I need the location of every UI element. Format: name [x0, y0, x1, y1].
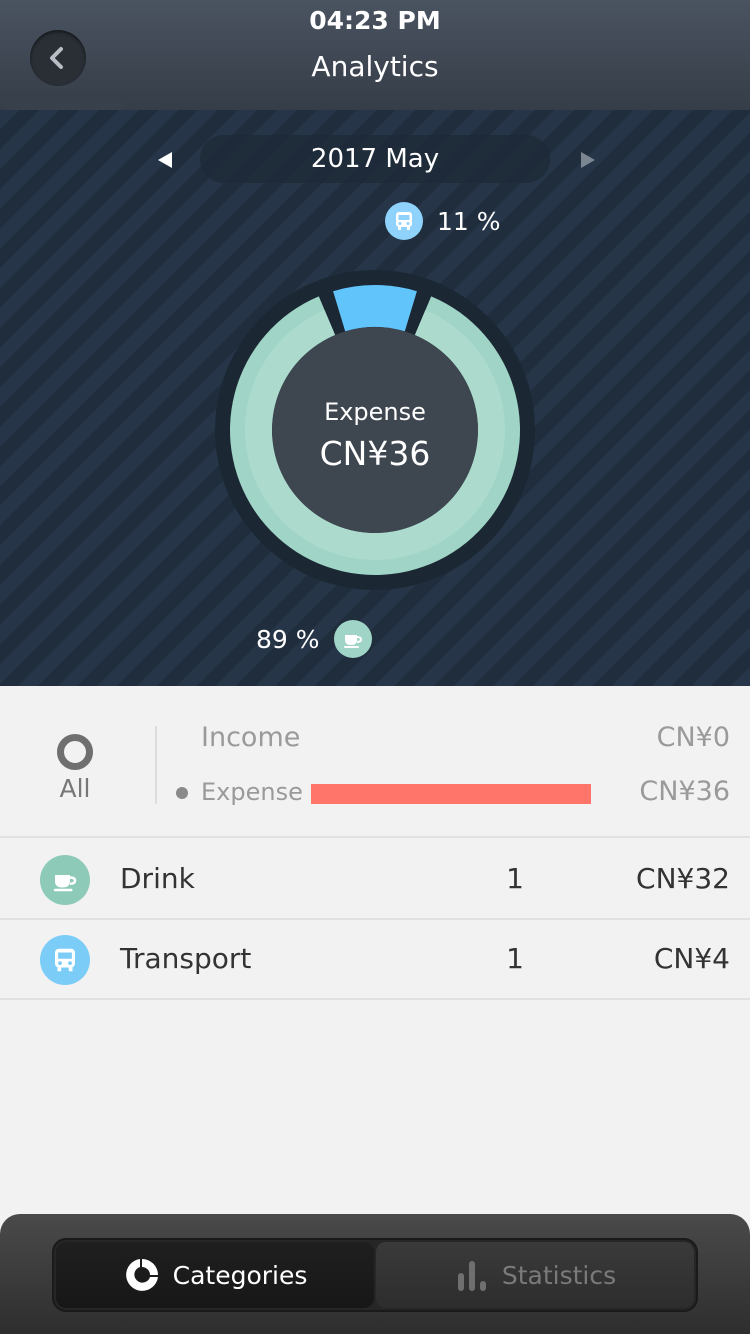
bottom-tab-bar: Categories Statistics — [0, 1214, 750, 1334]
category-count: 1 — [506, 942, 524, 975]
summary-section: All Income CN¥0 Expense CN¥36 — [0, 686, 750, 838]
page-title: Analytics — [311, 50, 439, 83]
month-selector[interactable]: 2017 May — [200, 135, 550, 183]
tab-categories-label: Categories — [172, 1260, 308, 1290]
category-name: Drink — [120, 862, 195, 895]
income-value: CN¥0 — [656, 722, 730, 753]
category-amount: CN¥4 — [653, 942, 730, 975]
bus-icon — [385, 202, 423, 240]
bar-chart-icon — [457, 1261, 486, 1291]
coffee-cup-icon — [40, 855, 90, 905]
transport-percent-label: 11 % — [385, 202, 501, 240]
all-filter-label[interactable]: All — [40, 774, 110, 803]
expense-label: Expense — [201, 778, 303, 806]
category-count: 1 — [506, 862, 524, 895]
donut-chart-icon — [125, 1259, 158, 1291]
category-amount: CN¥32 — [636, 862, 730, 895]
expense-donut-chart: Expense CN¥36 — [215, 270, 535, 590]
drink-percent-text: 89 % — [256, 624, 320, 654]
donut-slice-transport — [333, 285, 417, 332]
tab-statistics[interactable]: Statistics — [376, 1242, 694, 1308]
all-filter-ring-icon[interactable] — [57, 734, 93, 770]
status-time: 04:23 PM — [309, 6, 441, 35]
category-name: Transport — [120, 942, 252, 975]
drink-percent-label: 89 % — [256, 620, 372, 658]
divider — [155, 726, 157, 804]
transport-percent-text: 11 % — [437, 206, 501, 236]
category-row-transport[interactable]: Transport 1 CN¥4 — [0, 920, 750, 1000]
bus-icon — [40, 935, 90, 985]
chart-panel: 2017 May 11 % Expense CN¥36 89 % — [0, 110, 750, 686]
income-label: Income — [201, 722, 301, 753]
app-header: 04:23 PM Analytics — [0, 0, 750, 110]
category-row-drink[interactable]: Drink 1 CN¥32 — [0, 840, 750, 920]
coffee-cup-icon — [333, 620, 372, 658]
tab-categories[interactable]: Categories — [56, 1242, 374, 1308]
donut-center-value: CN¥36 — [319, 433, 431, 473]
donut-center: Expense CN¥36 — [272, 332, 478, 538]
expense-bar — [311, 784, 591, 804]
donut-center-label: Expense — [324, 397, 426, 426]
expense-selected-dot — [176, 787, 188, 799]
previous-month-arrow-icon[interactable] — [155, 150, 175, 170]
next-month-arrow-icon[interactable] — [578, 150, 598, 170]
expense-value: CN¥36 — [639, 776, 730, 807]
segmented-control: Categories Statistics — [52, 1238, 698, 1312]
tab-statistics-label: Statistics — [501, 1260, 617, 1290]
